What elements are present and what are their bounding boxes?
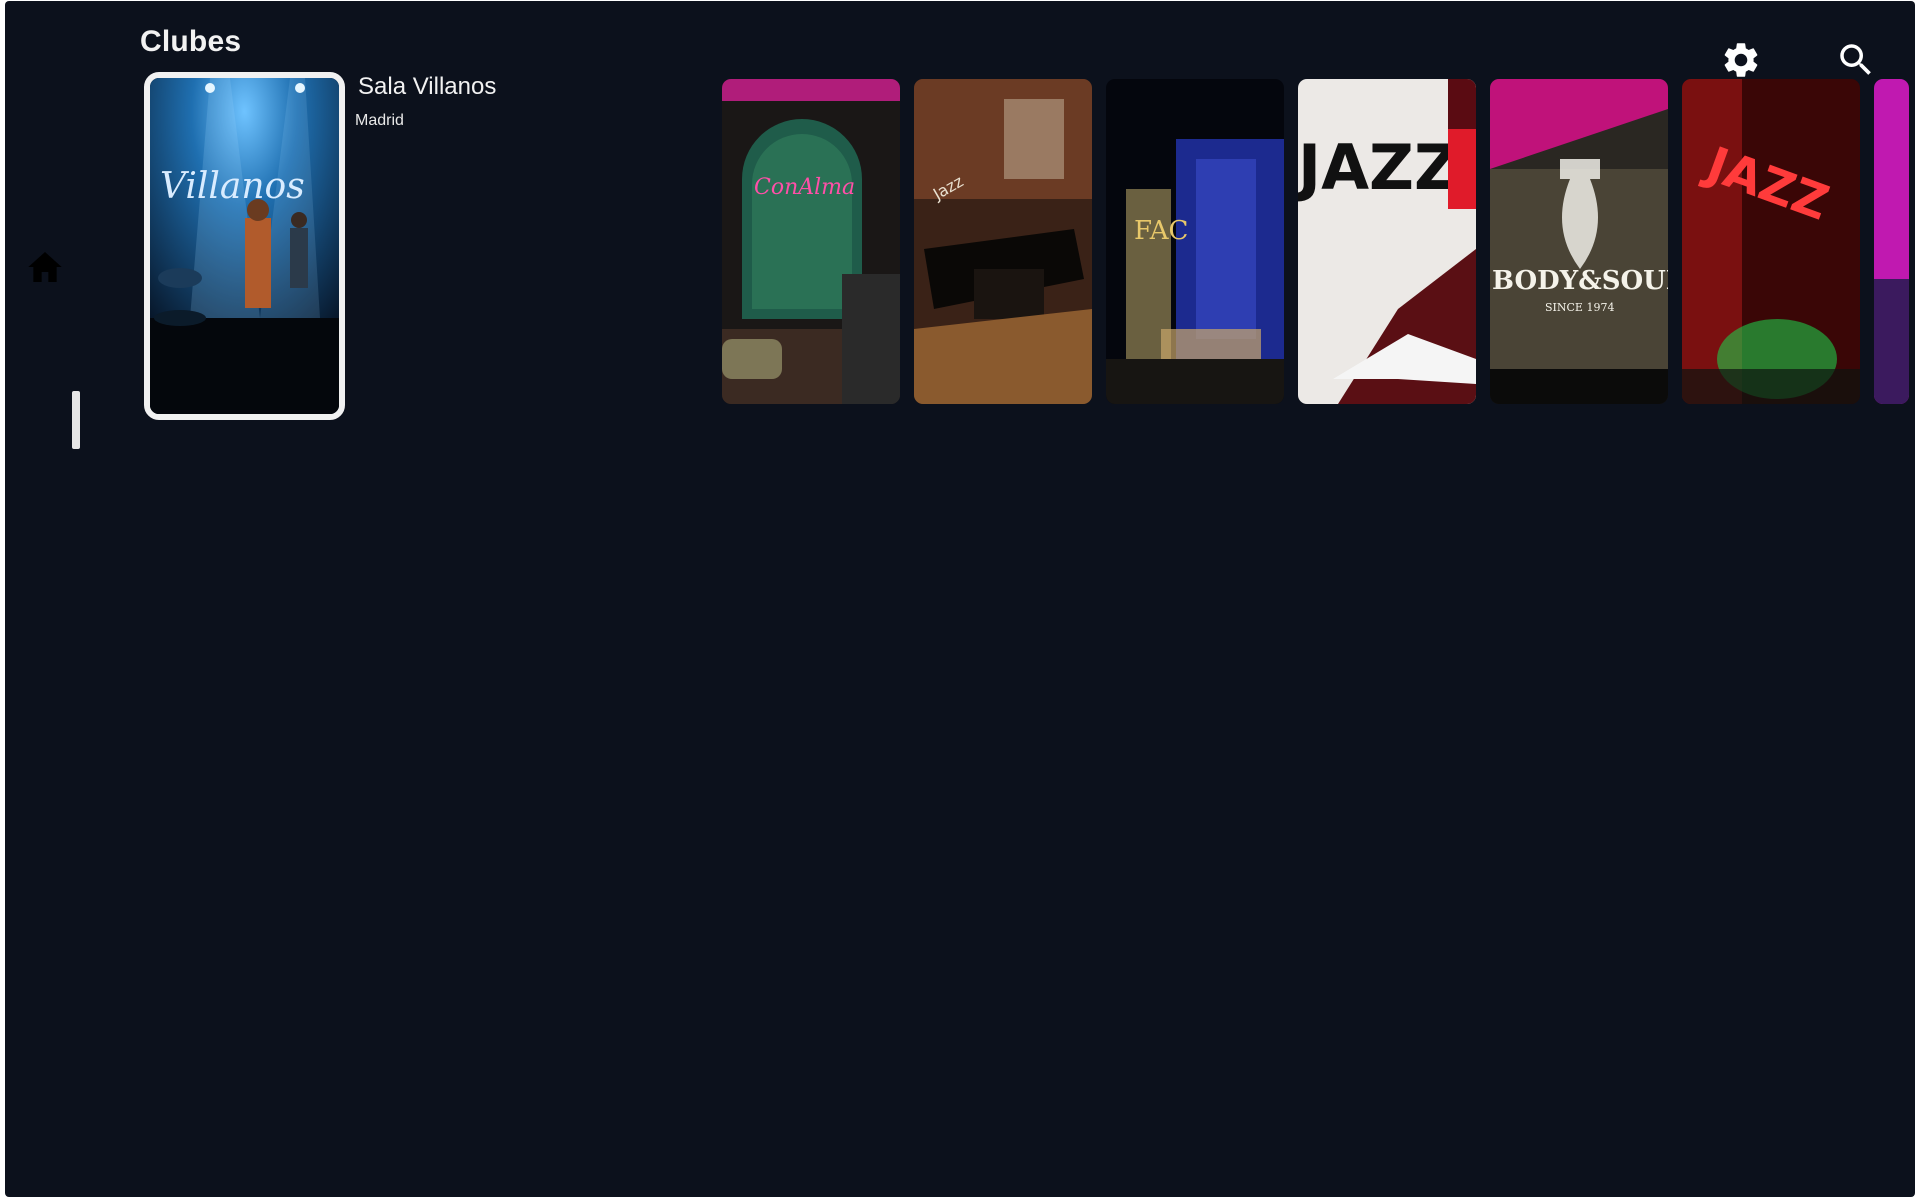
gear-icon[interactable] bbox=[1720, 39, 1762, 81]
thumbnail-sign: ConAlma bbox=[754, 175, 855, 200]
page-title: Clubes bbox=[140, 25, 242, 58]
club-thumbnail[interactable]: JAZZ bbox=[1298, 79, 1476, 404]
thumbnail-sign: BODY&SOUL bbox=[1492, 266, 1668, 296]
featured-club-name: Sala Villanos bbox=[358, 73, 497, 100]
club-thumbnail[interactable] bbox=[1874, 79, 1909, 404]
thumbnail-sign: JAZZ bbox=[1298, 131, 1459, 204]
app-window: Clubes Villanos Sala Villanos Madrid Con… bbox=[5, 1, 1915, 1197]
club-thumbnail[interactable]: JAZZ bbox=[1682, 79, 1860, 404]
home-icon[interactable] bbox=[25, 247, 65, 287]
thumbnail-sign: FAC bbox=[1134, 216, 1188, 246]
featured-club-card[interactable]: Villanos bbox=[144, 72, 345, 420]
poster-sign-text: Villanos bbox=[160, 166, 305, 207]
club-thumbnail[interactable]: FAC bbox=[1106, 79, 1284, 404]
search-icon[interactable] bbox=[1835, 39, 1877, 81]
club-thumbnail[interactable]: BODY&SOUL SINCE 1974 bbox=[1490, 79, 1668, 404]
thumbnail-subsign: SINCE 1974 bbox=[1545, 301, 1614, 314]
sidebar-focus-indicator bbox=[72, 391, 80, 449]
featured-club-city: Madrid bbox=[355, 112, 404, 129]
club-thumbnail[interactable]: ConAlma bbox=[722, 79, 900, 404]
club-thumbnail[interactable]: Jazz bbox=[914, 79, 1092, 404]
